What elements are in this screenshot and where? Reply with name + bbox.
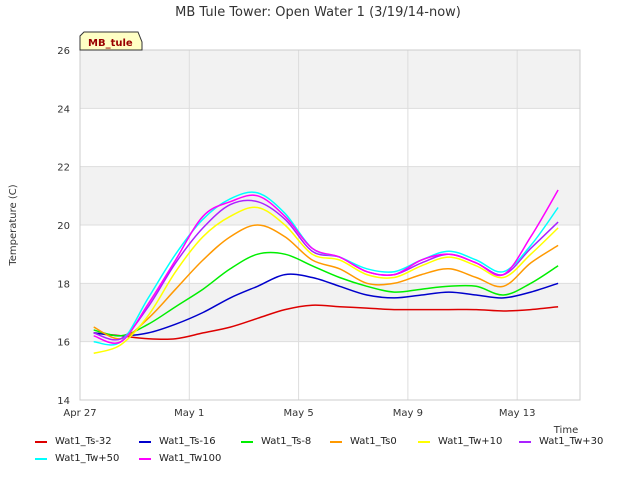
legend-item-ts0: Wat1_Ts0 — [330, 436, 397, 447]
x-tick-label: May 9 — [393, 408, 423, 419]
y-tick-label: 26 — [57, 46, 70, 57]
legend-swatch — [519, 440, 531, 443]
badge-label: MB_tule — [88, 38, 133, 49]
chart-title: MB Tule Tower: Open Water 1 (3/19/14-now… — [175, 5, 461, 20]
x-tick-label: May 13 — [499, 408, 536, 419]
y-tick-label: 18 — [57, 279, 70, 290]
x-tick-label: May 1 — [174, 408, 204, 419]
legend-label: Wat1_Tw+10 — [438, 436, 503, 447]
legend-label: Wat1_Tw+50 — [55, 453, 120, 464]
y-tick-label: 14 — [57, 396, 70, 407]
legend-label: Wat1_Tw+30 — [539, 436, 604, 447]
y-tick-label: 24 — [57, 104, 70, 115]
legend-swatch — [330, 440, 342, 443]
legend-label: Wat1_Ts-8 — [261, 436, 312, 447]
temperature-chart: 14 16 18 20 22 24 26 Apr 27 May 1 May 5 May 9 May … — [8, 5, 581, 436]
y-tick-labels: 14 16 18 20 22 24 26 — [57, 46, 70, 407]
plot-band — [80, 108, 580, 167]
x-tick-labels: Apr 27 May 1 May 5 May 9 May 13 — [63, 408, 535, 419]
plot-band — [80, 50, 580, 109]
legend-swatch — [241, 440, 253, 443]
station-badge: MB_tule — [79, 31, 143, 51]
y-tick-label: 20 — [57, 221, 70, 232]
legend-item-tw50: Wat1_Tw+50 — [35, 453, 119, 464]
legend-item-tw100: Wat1_Tw100 — [139, 453, 221, 464]
y-tick-label: 16 — [57, 338, 70, 349]
legend-item-ts-16: Wat1_Ts-16 — [139, 436, 216, 447]
x-tick-label: Apr 27 — [63, 408, 96, 419]
legend-item-ts-32: Wat1_Ts-32 — [35, 436, 112, 447]
y-axis-label: Temperature (C) — [8, 184, 19, 266]
legend-item-tw30: Wat1_Tw+30 — [519, 436, 603, 447]
plot-band — [80, 166, 580, 225]
legend-swatch — [35, 440, 47, 443]
legend-swatch — [418, 440, 430, 443]
legend-label: Wat1_Tw100 — [159, 453, 222, 464]
legend-swatch — [139, 440, 151, 443]
legend-swatch — [35, 457, 47, 460]
legend-label: Wat1_Ts0 — [350, 436, 397, 447]
legend-item-ts-8: Wat1_Ts-8 — [241, 436, 311, 447]
legend-label: Wat1_Ts-16 — [159, 436, 216, 447]
y-tick-label: 22 — [57, 163, 70, 174]
legend-swatch — [139, 457, 151, 460]
legend-item-tw10: Wat1_Tw+10 — [418, 436, 502, 447]
x-tick-label: May 5 — [283, 408, 313, 419]
legend-label: Wat1_Ts-32 — [55, 436, 112, 447]
x-axis-label: Time — [553, 425, 578, 436]
plot-band — [80, 341, 580, 400]
